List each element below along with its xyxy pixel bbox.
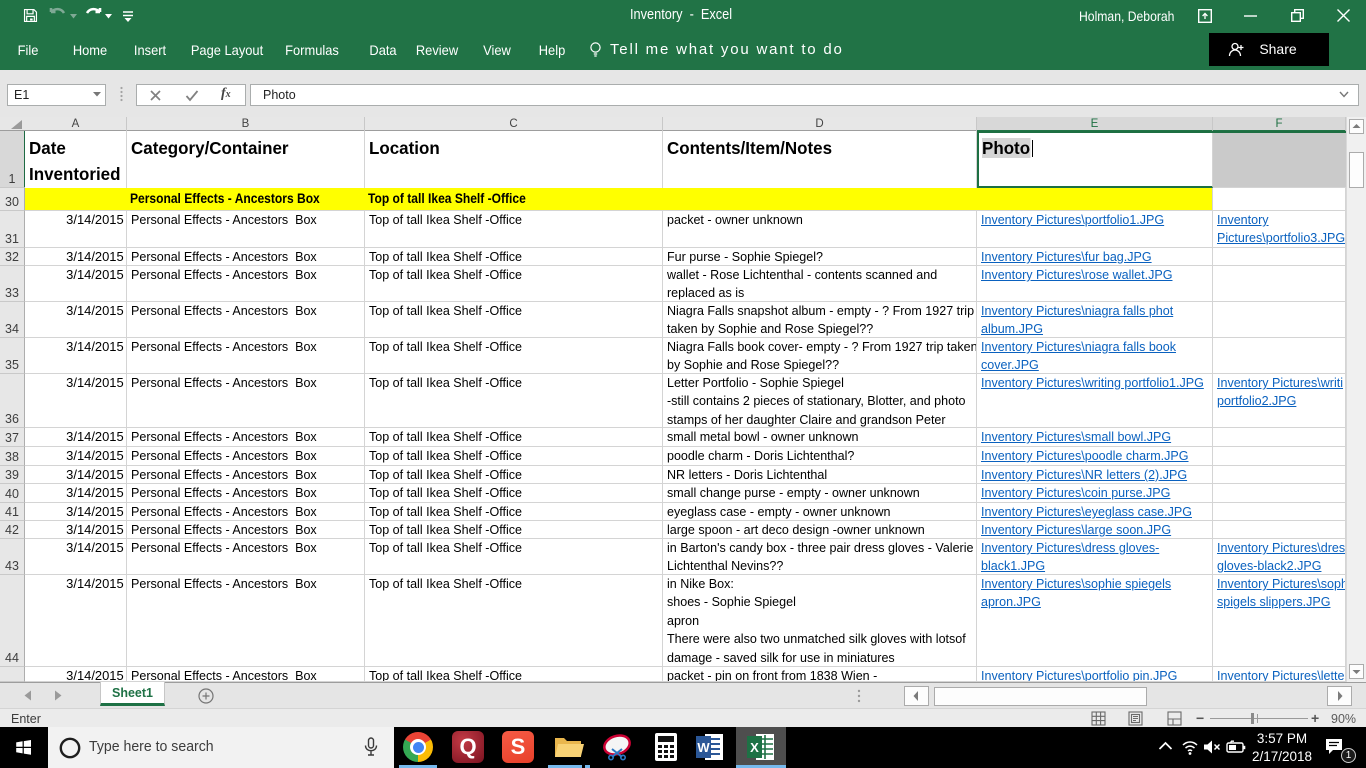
svg-text:W: W xyxy=(697,740,710,755)
svg-text:X: X xyxy=(750,740,759,755)
